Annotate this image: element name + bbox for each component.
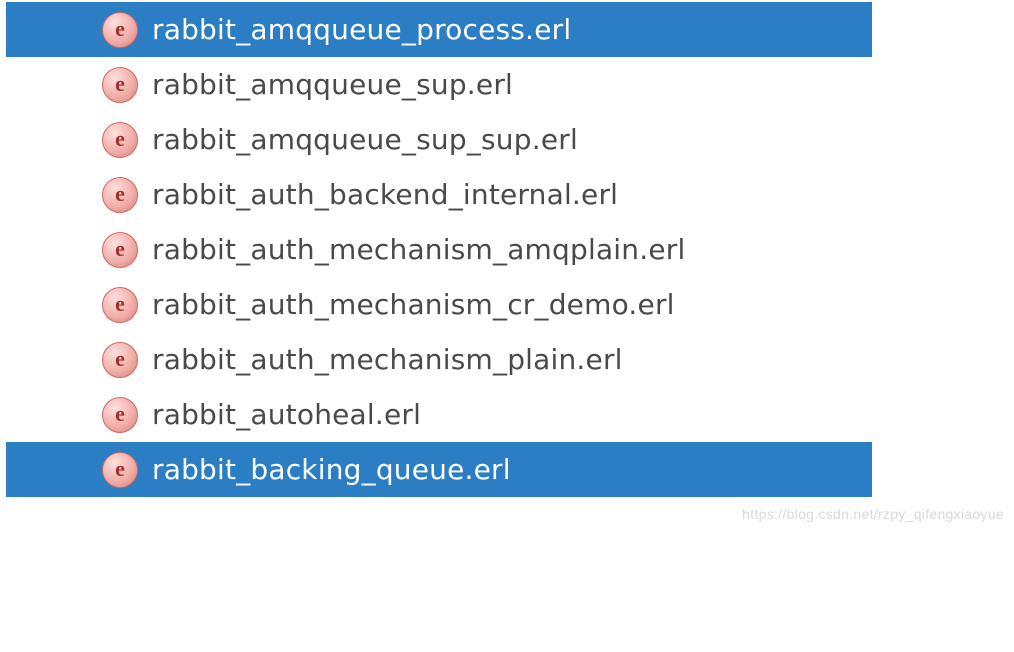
watermark-text: https://blog.csdn.net/rzpy_qifengxiaoyue xyxy=(742,506,1004,522)
file-name-label: rabbit_auth_mechanism_plain.erl xyxy=(152,343,623,376)
erlang-file-icon: e xyxy=(102,452,138,488)
file-row[interactable]: e rabbit_auth_mechanism_cr_demo.erl xyxy=(6,277,872,332)
erlang-file-icon: e xyxy=(102,232,138,268)
erlang-file-icon: e xyxy=(102,12,138,48)
file-row[interactable]: e rabbit_auth_mechanism_plain.erl xyxy=(6,332,872,387)
file-row[interactable]: e rabbit_backing_queue.erl xyxy=(6,442,872,497)
file-row[interactable]: e rabbit_auth_mechanism_amqplain.erl xyxy=(6,222,872,277)
erlang-file-icon: e xyxy=(102,397,138,433)
file-name-label: rabbit_auth_mechanism_amqplain.erl xyxy=(152,233,685,266)
file-name-label: rabbit_auth_backend_internal.erl xyxy=(152,178,618,211)
file-name-label: rabbit_amqqueue_sup.erl xyxy=(152,68,513,101)
file-row[interactable]: e rabbit_autoheal.erl xyxy=(6,387,872,442)
file-name-label: rabbit_amqqueue_sup_sup.erl xyxy=(152,123,578,156)
erlang-file-icon: e xyxy=(102,177,138,213)
file-list: e rabbit_amqqueue_process.erl e rabbit_a… xyxy=(6,2,872,497)
erlang-file-icon: e xyxy=(102,287,138,323)
erlang-file-icon: e xyxy=(102,342,138,378)
file-row[interactable]: e rabbit_amqqueue_sup_sup.erl xyxy=(6,112,872,167)
file-name-label: rabbit_auth_mechanism_cr_demo.erl xyxy=(152,288,675,321)
file-name-label: rabbit_amqqueue_process.erl xyxy=(152,13,571,46)
file-name-label: rabbit_backing_queue.erl xyxy=(152,453,511,486)
file-row[interactable]: e rabbit_amqqueue_process.erl xyxy=(6,2,872,57)
file-row[interactable]: e rabbit_auth_backend_internal.erl xyxy=(6,167,872,222)
file-name-label: rabbit_autoheal.erl xyxy=(152,398,421,431)
erlang-file-icon: e xyxy=(102,122,138,158)
file-row[interactable]: e rabbit_amqqueue_sup.erl xyxy=(6,57,872,112)
erlang-file-icon: e xyxy=(102,67,138,103)
